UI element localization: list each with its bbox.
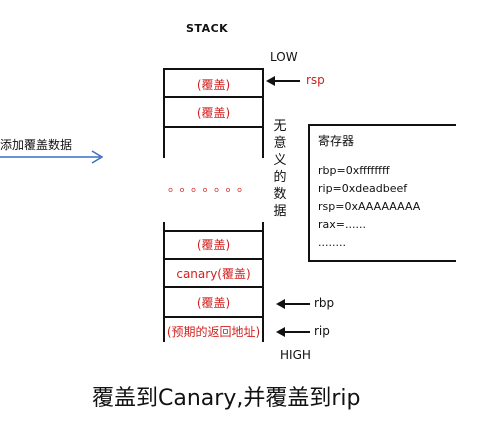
register-line: rax=......	[318, 218, 366, 231]
low-address-label: LOW	[270, 50, 298, 64]
stack-divider	[163, 286, 264, 288]
stack-title: STACK	[186, 22, 229, 35]
high-address-label: HIGH	[280, 348, 311, 362]
rbp-arrow-icon	[276, 299, 310, 309]
rip-arrow-icon	[276, 327, 310, 337]
rip-pointer-label: rip	[314, 324, 330, 338]
rsp-pointer-label: rsp	[306, 73, 325, 87]
stack-cell-return-address: (预期的返回地址)	[166, 325, 261, 339]
stack-cell-overwrite: (覆盖)	[196, 296, 231, 310]
stack-cell-overwrite: (覆盖)	[196, 106, 231, 120]
register-line: rbp=0xffffffff	[318, 164, 390, 177]
register-panel: 寄存器 rbp=0xffffffff rip=0xdeadbeef rsp=0x…	[308, 124, 456, 262]
diagram-caption: 覆盖到Canary,并覆盖到rip	[92, 386, 361, 411]
stack-divider	[163, 96, 264, 98]
register-line: rip=0xdeadbeef	[318, 182, 408, 195]
rsp-arrow-icon	[266, 76, 300, 86]
stack-cell-canary: canary(覆盖)	[176, 267, 251, 281]
stack-divider	[163, 68, 264, 70]
stack-cell-overwrite: (覆盖)	[196, 78, 231, 92]
stack-gap-dots: 。。。。。。。	[168, 180, 256, 195]
stack-divider	[163, 258, 264, 260]
meaningless-data-label: 无意义的数据	[273, 119, 287, 219]
rbp-pointer-label: rbp	[314, 296, 335, 310]
stack-divider	[163, 230, 264, 232]
stack-divider	[163, 316, 264, 318]
stack-cell-overwrite: (覆盖)	[196, 238, 231, 252]
stack-divider	[163, 126, 264, 128]
right-arrow-icon	[0, 150, 104, 164]
register-line: rsp=0xAAAAAAAA	[318, 200, 421, 213]
register-panel-title: 寄存器	[318, 134, 355, 148]
register-line: ........	[318, 236, 346, 249]
